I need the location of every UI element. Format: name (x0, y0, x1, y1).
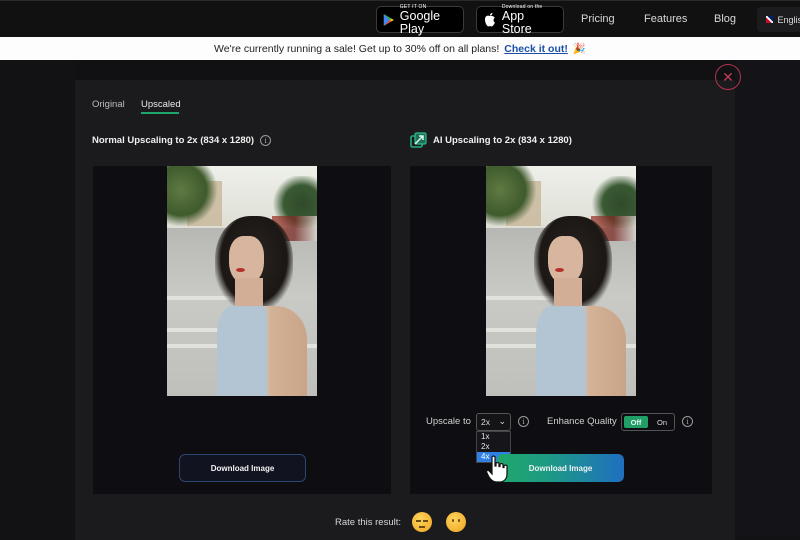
check-it-out-link[interactable]: Check it out! (504, 43, 568, 55)
app-store-label: App Store (501, 8, 532, 36)
toggle-off-option[interactable]: Off (624, 416, 648, 428)
backdrop (0, 60, 800, 80)
language-selector[interactable]: English (757, 7, 800, 32)
ai-upscaling-title: AI Upscaling to 2x (834 x 1280) (410, 132, 572, 149)
active-tab-indicator (141, 112, 179, 114)
top-navbar: GET IT ON Google Play Download on the Ap… (0, 0, 800, 37)
hand-cursor-icon (486, 455, 508, 483)
upscale-option-2x[interactable]: 2x (477, 442, 510, 452)
app-store-button[interactable]: Download on the App Store (476, 4, 564, 36)
ai-upscale-panel (410, 166, 712, 494)
sale-banner: We're currently running a sale! Get up t… (0, 37, 800, 60)
party-popper-icon: 🎉 (572, 43, 586, 55)
nav-pricing[interactable]: Pricing (581, 13, 615, 25)
neutral-face-icon[interactable] (446, 512, 466, 532)
close-icon: ✕ (722, 69, 734, 85)
upscale-info-icon[interactable]: i (518, 416, 529, 427)
tab-upscaled[interactable]: Upscaled (141, 99, 181, 110)
upscale-selected-value: 2x (481, 417, 490, 427)
uk-flag-icon (766, 16, 774, 23)
download-normal-button[interactable]: Download Image (179, 454, 306, 482)
google-play-icon (383, 13, 394, 26)
toggle-on-option[interactable]: On (650, 414, 674, 430)
download-ai-button[interactable]: Download Image (497, 454, 624, 482)
sale-banner-text: We're currently running a sale! Get up t… (214, 42, 500, 55)
normal-upscaling-title-text: Normal Upscaling to 2x (834 x 1280) (92, 135, 255, 146)
google-play-label: Google Play (399, 8, 441, 36)
info-icon[interactable]: i (260, 135, 272, 146)
rate-result-label: Rate this result: (335, 517, 401, 528)
normal-upscaled-image (167, 166, 317, 396)
enhance-quality-label: Enhance Quality (547, 416, 617, 427)
chevron-down-icon: ⌄ (498, 416, 506, 426)
backdrop-left (0, 60, 75, 535)
enhance-quality-toggle[interactable]: Off On (621, 413, 675, 431)
language-label: English (777, 14, 800, 25)
sad-face-icon[interactable] (412, 512, 432, 532)
upscale-to-label: Upscale to (426, 416, 471, 427)
close-button[interactable]: ✕ (715, 64, 741, 90)
normal-upscale-panel (93, 166, 391, 494)
ai-upscaled-image (486, 166, 636, 396)
ai-upscale-icon (410, 132, 427, 148)
enhance-info-icon[interactable]: i (682, 416, 693, 427)
normal-upscaling-title: Normal Upscaling to 2x (834 x 1280) i (92, 135, 272, 146)
backdrop-right (735, 60, 800, 535)
google-play-button[interactable]: GET IT ON Google Play (376, 4, 464, 36)
tab-original[interactable]: Original (92, 99, 125, 110)
ai-upscaling-title-text: AI Upscaling to 2x (834 x 1280) (433, 135, 572, 146)
upscale-select[interactable]: 2x ⌄ (476, 413, 511, 431)
apple-icon (484, 12, 495, 26)
upscale-option-1x[interactable]: 1x (477, 432, 510, 442)
nav-features[interactable]: Features (644, 13, 687, 25)
nav-blog[interactable]: Blog (714, 13, 736, 25)
